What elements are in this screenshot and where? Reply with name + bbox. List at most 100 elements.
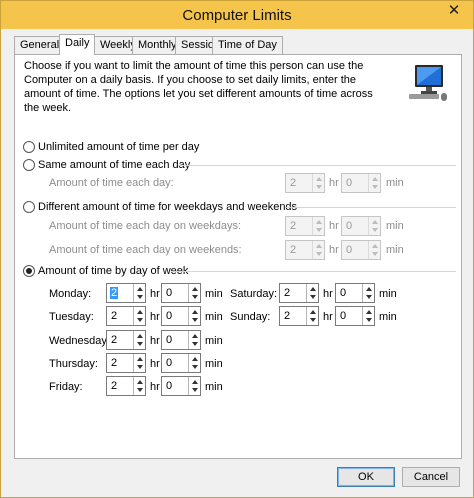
same-hr-value: 2 bbox=[290, 177, 297, 189]
tab-daily[interactable]: Daily bbox=[59, 34, 96, 55]
tuesday-hr-spinner[interactable]: 2 bbox=[106, 306, 146, 326]
spin-down-icon[interactable] bbox=[316, 252, 322, 256]
spin-down-icon[interactable] bbox=[192, 295, 198, 299]
hr-unit-label: hr bbox=[150, 335, 160, 347]
radio-by-day-of-week[interactable]: Amount of time by day of week bbox=[23, 264, 188, 278]
wednesday-label: Wednesday: bbox=[49, 335, 110, 347]
min-unit-label: min bbox=[205, 381, 223, 393]
hr-unit-label: hr bbox=[150, 381, 160, 393]
spin-up-icon[interactable] bbox=[366, 310, 372, 314]
monday-hr-value: 2 bbox=[110, 287, 119, 299]
radio-unlimited[interactable]: Unlimited amount of time per day bbox=[23, 140, 199, 154]
spin-down-icon[interactable] bbox=[137, 388, 143, 392]
hr-unit-label: hr bbox=[150, 288, 160, 300]
weekdays-min-spinner[interactable]: 0 bbox=[341, 216, 381, 236]
same-hr-spinner[interactable]: 2 bbox=[285, 173, 325, 193]
spin-up-icon[interactable] bbox=[137, 287, 143, 291]
tuesday-min-spinner[interactable]: 0 bbox=[161, 306, 201, 326]
friday-hr-spinner[interactable]: 2 bbox=[106, 376, 146, 396]
spin-up-icon[interactable] bbox=[316, 177, 322, 181]
spin-down-icon[interactable] bbox=[137, 295, 143, 299]
friday-hr-value: 2 bbox=[111, 380, 118, 392]
radio-weekdays-weekends[interactable]: Different amount of time for weekdays an… bbox=[23, 200, 297, 214]
separator bbox=[171, 271, 456, 272]
thursday-hr-spinner[interactable]: 2 bbox=[106, 353, 146, 373]
close-icon[interactable]: ✕ bbox=[441, 1, 467, 21]
spin-down-icon[interactable] bbox=[192, 342, 198, 346]
saturday-min-spinner[interactable]: 0 bbox=[335, 283, 375, 303]
spin-down-icon[interactable] bbox=[137, 342, 143, 346]
spin-up-icon[interactable] bbox=[366, 287, 372, 291]
min-unit-label: min bbox=[386, 220, 404, 232]
spin-down-icon[interactable] bbox=[366, 318, 372, 322]
spin-up-icon[interactable] bbox=[192, 380, 198, 384]
radio-weekdays-weekends-circle[interactable] bbox=[23, 201, 35, 213]
weekends-hr-spinner[interactable]: 2 bbox=[285, 240, 325, 260]
tuesday-hr-value: 2 bbox=[111, 310, 118, 322]
thursday-hr-value: 2 bbox=[111, 357, 118, 369]
same-min-spinner[interactable]: 0 bbox=[341, 173, 381, 193]
spin-down-icon[interactable] bbox=[137, 365, 143, 369]
sunday-label: Sunday: bbox=[230, 311, 271, 323]
min-unit-label: min bbox=[205, 358, 223, 370]
tuesday-label: Tuesday: bbox=[49, 311, 94, 323]
wednesday-min-value: 0 bbox=[166, 334, 173, 346]
saturday-hr-value: 2 bbox=[284, 287, 291, 299]
spin-down-icon[interactable] bbox=[316, 228, 322, 232]
saturday-hr-spinner[interactable]: 2 bbox=[279, 283, 319, 303]
spin-down-icon[interactable] bbox=[137, 318, 143, 322]
spin-down-icon[interactable] bbox=[310, 318, 316, 322]
spin-down-icon[interactable] bbox=[366, 295, 372, 299]
spin-up-icon[interactable] bbox=[192, 287, 198, 291]
spin-down-icon[interactable] bbox=[192, 388, 198, 392]
monday-min-spinner[interactable]: 0 bbox=[161, 283, 201, 303]
hr-unit-label: hr bbox=[329, 220, 339, 232]
spin-down-icon[interactable] bbox=[316, 185, 322, 189]
spin-down-icon[interactable] bbox=[192, 318, 198, 322]
friday-label: Friday: bbox=[49, 381, 83, 393]
wednesday-min-spinner[interactable]: 0 bbox=[161, 330, 201, 350]
radio-unlimited-circle[interactable] bbox=[23, 141, 35, 153]
spin-up-icon[interactable] bbox=[316, 244, 322, 248]
spin-down-icon[interactable] bbox=[372, 228, 378, 232]
tab-time-of-day[interactable]: Time of Day bbox=[212, 36, 283, 54]
weekends-min-spinner[interactable]: 0 bbox=[341, 240, 381, 260]
spin-up-icon[interactable] bbox=[310, 287, 316, 291]
sunday-min-spinner[interactable]: 0 bbox=[335, 306, 375, 326]
spin-up-icon[interactable] bbox=[137, 380, 143, 384]
spin-up-icon[interactable] bbox=[192, 310, 198, 314]
spin-up-icon[interactable] bbox=[372, 220, 378, 224]
spin-down-icon[interactable] bbox=[372, 252, 378, 256]
radio-by-day-circle[interactable] bbox=[23, 265, 35, 277]
spin-up-icon[interactable] bbox=[137, 357, 143, 361]
weekdays-hr-spinner[interactable]: 2 bbox=[285, 216, 325, 236]
tuesday-min-value: 0 bbox=[166, 310, 173, 322]
spin-up-icon[interactable] bbox=[137, 334, 143, 338]
spin-down-icon[interactable] bbox=[192, 365, 198, 369]
spin-up-icon[interactable] bbox=[372, 177, 378, 181]
thursday-min-spinner[interactable]: 0 bbox=[161, 353, 201, 373]
monday-hr-spinner[interactable]: 2 bbox=[106, 283, 146, 303]
tab-general[interactable]: General bbox=[14, 36, 66, 54]
ok-button[interactable]: OK bbox=[337, 467, 395, 487]
saturday-min-value: 0 bbox=[340, 287, 347, 299]
min-unit-label: min bbox=[379, 288, 397, 300]
friday-min-spinner[interactable]: 0 bbox=[161, 376, 201, 396]
cancel-button[interactable]: Cancel bbox=[402, 467, 460, 487]
spin-up-icon[interactable] bbox=[137, 310, 143, 314]
description-text: Choose if you want to limit the amount o… bbox=[24, 60, 373, 114]
sunday-hr-spinner[interactable]: 2 bbox=[279, 306, 319, 326]
spin-down-icon[interactable] bbox=[310, 295, 316, 299]
radio-same-each-day[interactable]: Same amount of time each day bbox=[23, 158, 190, 172]
sunday-min-value: 0 bbox=[340, 310, 347, 322]
spin-up-icon[interactable] bbox=[192, 334, 198, 338]
spin-down-icon[interactable] bbox=[372, 185, 378, 189]
spin-up-icon[interactable] bbox=[192, 357, 198, 361]
wednesday-hr-spinner[interactable]: 2 bbox=[106, 330, 146, 350]
spin-up-icon[interactable] bbox=[310, 310, 316, 314]
min-unit-label: min bbox=[205, 288, 223, 300]
radio-same-label: Same amount of time each day bbox=[38, 159, 191, 171]
radio-same-circle[interactable] bbox=[23, 159, 35, 171]
spin-up-icon[interactable] bbox=[316, 220, 322, 224]
spin-up-icon[interactable] bbox=[372, 244, 378, 248]
